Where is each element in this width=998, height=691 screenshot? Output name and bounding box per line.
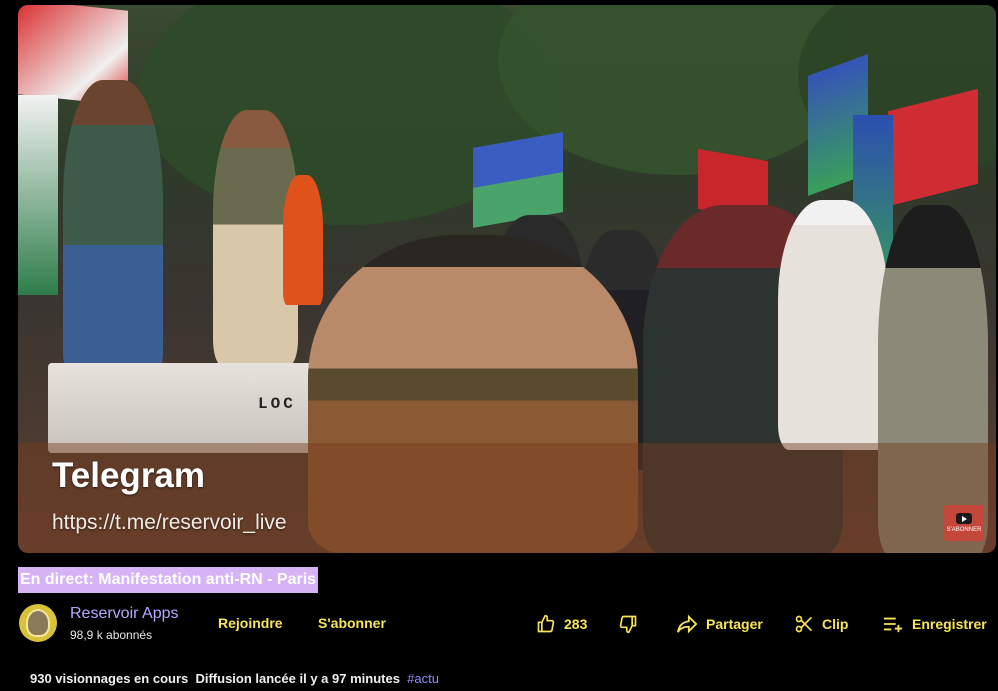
flag-blue-green [473, 132, 563, 228]
thumbs-up-icon [536, 614, 556, 634]
share-arrow-icon [676, 614, 698, 634]
clip-button[interactable]: Clip [794, 614, 848, 634]
overlay-title: Telegram [52, 456, 206, 495]
share-button[interactable]: Partager [676, 614, 763, 634]
truck-body [48, 363, 348, 453]
dislike-button[interactable] [618, 614, 638, 634]
subscriber-count: 98,9 k abonnés [70, 628, 153, 642]
video-title: En direct: Manifestation anti-RN - Paris [18, 567, 319, 593]
clip-label: Clip [822, 616, 849, 632]
channel-name[interactable]: Reservoir Apps [70, 605, 179, 623]
video-meta: 930 visionnages en cours Diffusion lancé… [30, 671, 439, 686]
share-label: Partager [706, 616, 763, 632]
protester-figure [283, 175, 323, 305]
subscribe-watermark[interactable]: S'ABONNER [944, 505, 984, 541]
subscribe-button[interactable]: S'abonner [318, 615, 386, 631]
avatar[interactable] [19, 604, 57, 642]
truck-lettering: LOC [258, 395, 296, 413]
save-button[interactable]: Enregistrer [882, 614, 987, 634]
like-count: 283 [564, 616, 588, 632]
avatar-image [26, 609, 50, 637]
save-label: Enregistrer [912, 616, 987, 632]
stream-start: Diffusion lancée il y a 97 minutes [195, 671, 400, 686]
protester-figure [63, 80, 163, 380]
join-button[interactable]: Rejoindre [218, 615, 283, 631]
subscribe-watermark-label: S'ABONNER [946, 527, 982, 533]
youtube-logo-icon [956, 513, 972, 524]
protester-figure [778, 200, 888, 450]
hashtag-link[interactable]: #actu [407, 671, 439, 686]
video-player[interactable]: LOC Telegram https://t.me/reservoir_live… [18, 5, 996, 553]
thumbs-down-icon [618, 614, 638, 634]
scissors-icon [794, 614, 814, 634]
view-count: 930 visionnages en cours [30, 671, 189, 686]
overlay-link: https://t.me/reservoir_live [52, 511, 287, 534]
playlist-add-icon [882, 614, 904, 634]
like-button[interactable]: 283 [536, 614, 587, 634]
flag-green [18, 95, 58, 295]
